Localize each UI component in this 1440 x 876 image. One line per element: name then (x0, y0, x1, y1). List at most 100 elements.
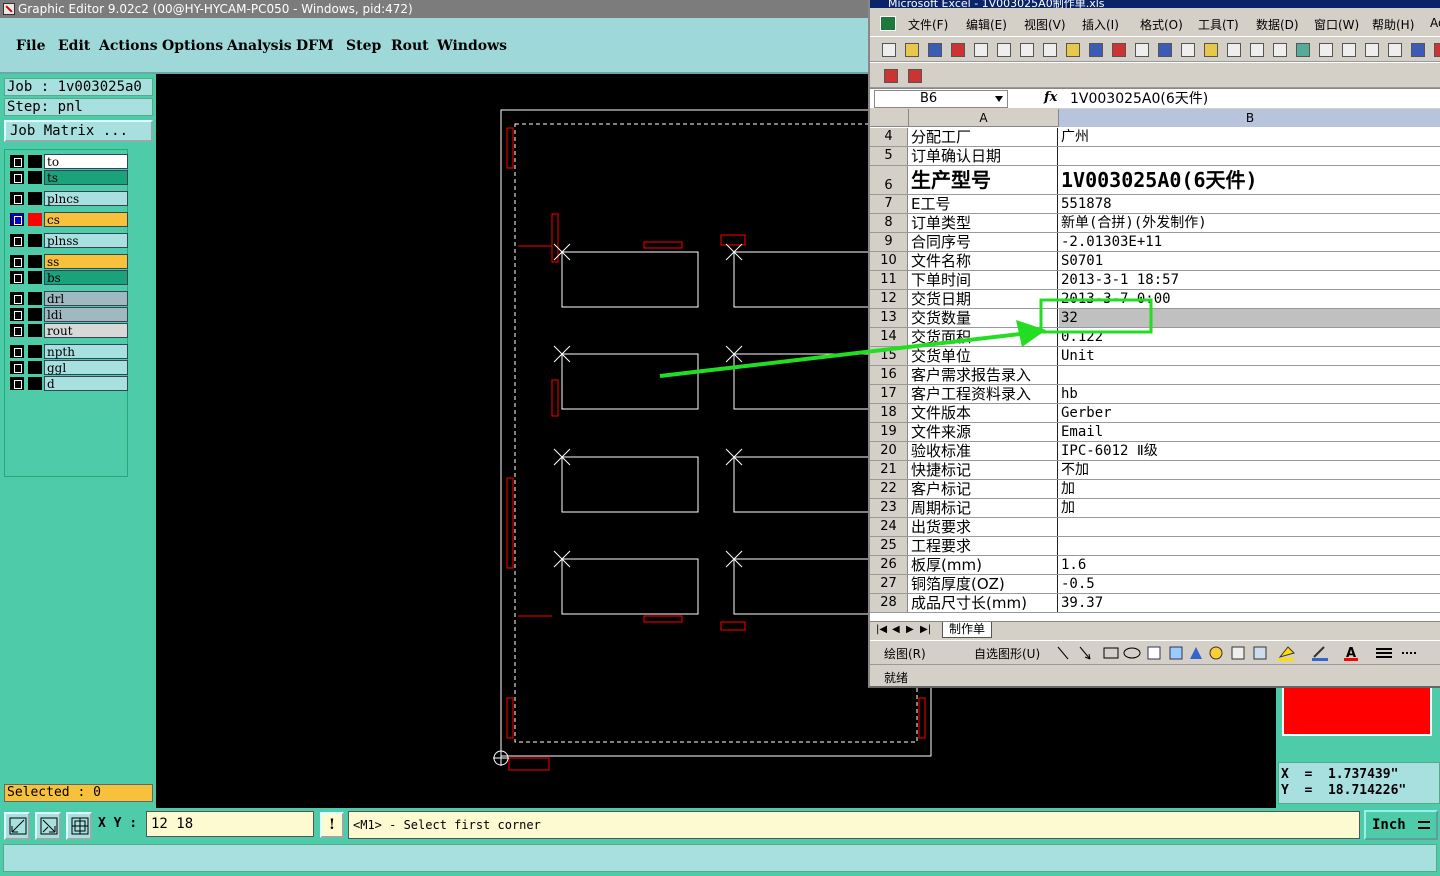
toolbar-button-icon[interactable] (1066, 43, 1080, 57)
excel-menu-item[interactable]: Ad (1430, 16, 1440, 30)
row-header[interactable]: 28 (870, 594, 908, 612)
layer-row-npth[interactable]: npth (8, 344, 128, 359)
row-header[interactable]: 14 (870, 328, 908, 346)
layer-checkbox[interactable] (10, 345, 24, 358)
toolbar-button-icon[interactable] (1204, 43, 1218, 57)
column-header-b[interactable]: B (1059, 109, 1440, 127)
layer-checkbox[interactable] (10, 155, 24, 168)
cell-a[interactable]: 分配工厂 (909, 128, 1058, 146)
layer-affected-toggle[interactable] (28, 271, 42, 284)
layer-name[interactable]: plncs (44, 191, 128, 206)
toolbar-button-icon[interactable] (1434, 43, 1440, 57)
fx-icon[interactable]: fx (1044, 90, 1057, 105)
cell-b[interactable]: Unit (1059, 347, 1440, 365)
toolbar-button-icon[interactable] (1158, 43, 1172, 57)
layer-affected-toggle[interactable] (28, 345, 42, 358)
excel-menu-item[interactable]: 工具(T) (1198, 16, 1239, 33)
layer-name[interactable]: ts (44, 170, 128, 185)
excel-menu-item[interactable]: 视图(V) (1024, 16, 1066, 33)
cell-a[interactable]: 客户需求报告录入 (909, 366, 1058, 384)
cell-a[interactable]: 文件来源 (909, 423, 1058, 441)
toolbar-button-icon[interactable] (905, 43, 919, 57)
layer-affected-toggle[interactable] (28, 292, 42, 305)
toolbar-button-icon[interactable] (997, 43, 1011, 57)
layer-affected-toggle[interactable] (28, 192, 42, 205)
layer-name[interactable]: drl (44, 291, 128, 306)
row-header[interactable]: 22 (870, 480, 908, 498)
row-header[interactable]: 18 (870, 404, 908, 422)
cell-a[interactable]: 交货日期 (909, 290, 1058, 308)
cell-b[interactable] (1059, 147, 1440, 165)
layer-name[interactable]: ldi (44, 307, 128, 322)
toolbar-button-icon[interactable] (1365, 43, 1379, 57)
layer-affected-toggle[interactable] (28, 308, 42, 321)
toolbar-button-icon[interactable] (882, 43, 896, 57)
grid-button[interactable] (66, 812, 92, 840)
row-header[interactable]: 15 (870, 347, 908, 365)
row-header[interactable]: 5 (870, 147, 908, 165)
layer-name[interactable]: ggl (44, 360, 128, 375)
toolbar-button-icon[interactable] (1181, 43, 1195, 57)
excel-doc-icon[interactable] (880, 16, 896, 31)
menu-rout[interactable]: Rout (391, 38, 429, 54)
toolbar-button-icon[interactable] (1089, 43, 1103, 57)
layer-affected-toggle[interactable] (28, 155, 42, 168)
first-sheet-icon[interactable]: |◀ (876, 624, 887, 635)
toolbar-button-icon[interactable] (1388, 43, 1402, 57)
draw-menu[interactable]: 绘图(R) (884, 645, 926, 662)
zoom-area-button[interactable] (35, 812, 61, 840)
row-header[interactable]: 25 (870, 537, 908, 555)
cell-a[interactable]: 合同序号 (909, 233, 1058, 251)
sheet-tab[interactable]: 制作单 (942, 622, 993, 638)
cell-b[interactable]: 1V003025A0(6天件) (1059, 166, 1440, 194)
layer-name[interactable]: d (44, 376, 128, 391)
layer-checkbox[interactable] (10, 192, 24, 205)
menu-analysis[interactable]: Analysis (227, 38, 292, 54)
cell-a[interactable]: 铜箔厚度(OZ) (909, 575, 1058, 593)
cell-b[interactable]: 加 (1059, 499, 1440, 517)
layer-row-rout[interactable]: rout (8, 323, 128, 338)
cell-a[interactable]: 客户工程资料录入 (909, 385, 1058, 403)
cell-a[interactable]: 验收标准 (909, 442, 1058, 460)
layer-checkbox[interactable] (10, 234, 24, 247)
cell-a[interactable]: 工程要求 (909, 537, 1058, 555)
toolbar-button-icon[interactable] (1250, 43, 1264, 57)
excel-menu-item[interactable]: 帮助(H) (1372, 16, 1414, 33)
toolbar-button-icon[interactable] (1020, 43, 1034, 57)
row-header[interactable]: 23 (870, 499, 908, 517)
toolbar-button-icon[interactable] (1411, 43, 1425, 57)
menu-dfm[interactable]: DFM (296, 38, 334, 54)
row-header[interactable]: 8 (870, 214, 908, 232)
cell-b[interactable] (1059, 518, 1440, 536)
layer-row-drl[interactable]: drl (8, 291, 128, 306)
row-header[interactable]: 26 (870, 556, 908, 574)
layer-row-plnss[interactable]: plnss (8, 233, 128, 248)
excel-menu-item[interactable]: 窗口(W) (1314, 16, 1359, 33)
cell-a[interactable]: 订单类型 (909, 214, 1058, 232)
cell-a[interactable]: 成品尺寸长(mm) (909, 594, 1058, 612)
layer-checkbox[interactable] (10, 213, 24, 226)
layer-checkbox[interactable] (10, 255, 24, 268)
toolbar-button-icon[interactable] (928, 43, 942, 57)
toolbar-button-icon[interactable] (1227, 43, 1241, 57)
cell-b[interactable]: IPC-6012 Ⅱ级 (1059, 442, 1440, 460)
layer-row-ss[interactable]: ss (8, 254, 128, 269)
row-header[interactable]: 11 (870, 271, 908, 289)
toolbar-button-icon[interactable] (1273, 43, 1287, 57)
layer-affected-toggle[interactable] (28, 234, 42, 247)
cell-b[interactable]: 39.37 (1059, 594, 1440, 612)
layer-checkbox[interactable] (10, 324, 24, 337)
layer-affected-toggle[interactable] (28, 377, 42, 390)
excel-menu-item[interactable]: 编辑(E) (966, 16, 1007, 33)
layer-affected-toggle[interactable] (28, 361, 42, 374)
cell-b[interactable]: 广州 (1059, 128, 1440, 146)
menu-options[interactable]: Options (162, 38, 223, 54)
next-sheet-icon[interactable]: ▶ (906, 624, 914, 635)
cell-b[interactable]: Email (1059, 423, 1440, 441)
menu-step[interactable]: Step (346, 38, 381, 54)
excel-menu-item[interactable]: 格式(O) (1140, 16, 1183, 33)
column-header-a[interactable]: A (909, 109, 1059, 127)
row-header[interactable]: 10 (870, 252, 908, 270)
cell-a[interactable]: 交货单位 (909, 347, 1058, 365)
cell-b[interactable]: 2013-3-1 18:57 (1059, 271, 1440, 289)
